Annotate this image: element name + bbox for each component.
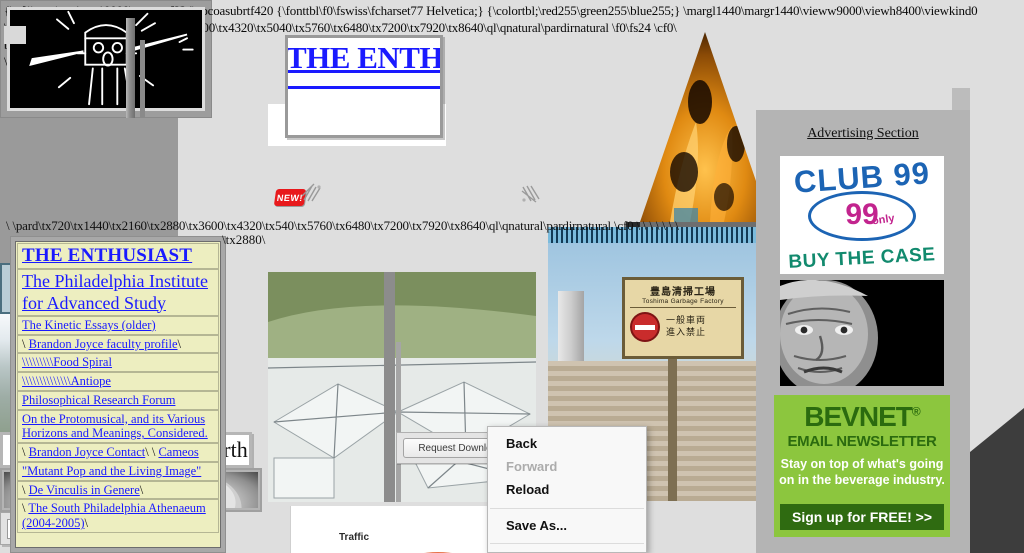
sidebar-item-enthusiast[interactable]: THE ENTHUSIAST <box>17 243 219 269</box>
sidebar-item-de-vinculis-prefix: \ <box>22 483 29 497</box>
bevnet-body-text: Stay on top of what's going on in the be… <box>774 456 950 488</box>
context-menu-item-save-as[interactable]: Save As... <box>488 515 646 538</box>
no-entry-icon <box>630 312 660 342</box>
ad-portrait-photo[interactable] <box>780 280 944 386</box>
club99-tagline: BUY THE CASE <box>780 244 944 274</box>
sidebar-nav: THE ENTHUSIAST The Philadelphia Institut… <box>15 241 221 548</box>
traffic-label: Traffic <box>339 532 369 543</box>
sidebar-item-mutant-pop[interactable]: "Mutant Pop and the Living Image" <box>17 462 219 481</box>
context-menu-separator <box>490 508 644 509</box>
rtf-mid-line-2: \tx2880\ <box>222 232 265 248</box>
enthusiast-top-banner-title: THE ENTHUSIAST <box>286 40 443 76</box>
sparkle-right-icon <box>519 183 543 205</box>
sidebar-item-de-vinculis[interactable]: \ De Vinculis in Genere\ <box>17 481 219 500</box>
context-menu-item-back[interactable]: Back <box>488 433 646 456</box>
sidebar-item-philosophical-research-forum-label[interactable]: Philosophical Research Forum <box>22 393 175 407</box>
bevnet-wordmark: BEVNET® <box>774 401 950 433</box>
sign-line-2: 進入禁止 <box>666 327 706 339</box>
sidebar-item-protomusical[interactable]: On the Protomusical, and its Various Hor… <box>17 410 219 444</box>
page-root: {\rtf1\mac\ansicpg10000\cocoartf824\coco… <box>0 0 1024 553</box>
sidebar-item-contact-label[interactable]: Brandon Joyce Contact <box>29 445 146 459</box>
bevnet-registered-mark: ® <box>912 405 920 419</box>
bevnet-wordmark-text: BEVNET <box>804 401 912 432</box>
sign-title-japanese: 豊島清掃工場 <box>625 283 741 298</box>
sidebar-item-cameos-label[interactable]: Cameos <box>158 445 198 459</box>
sign-title-romanized: Toshima Garbage Factory <box>625 298 741 305</box>
sign-post <box>668 359 677 501</box>
context-menu-item-forward: Forward <box>488 456 646 479</box>
sidebar-item-kinetic-essays[interactable]: The Kinetic Essays (older) <box>17 316 219 335</box>
enthusiast-top-banner[interactable]: THE ENTHUSIAST <box>285 35 443 138</box>
sidebar-item-philadelphia-institute[interactable]: The Philadelphia Institute for Advanced … <box>17 269 219 315</box>
advertising-section-heading: Advertising Section <box>756 126 970 142</box>
sidebar-item-de-vinculis-label[interactable]: De Vinculis in Genere <box>29 483 140 497</box>
browser-context-menu: Back Forward Reload Save As... te to Eng… <box>487 426 647 553</box>
sidebar-item-contact-prefix: \ <box>22 445 29 459</box>
new-badge-icon: NEW! <box>274 189 306 206</box>
sidebar-item-food-spiral-label[interactable]: \\\\\\\\\Food Spiral <box>22 355 112 369</box>
sidebar-item-de-vinculis-suffix: \ <box>140 483 143 497</box>
club99-price: 99 <box>780 198 944 232</box>
elderly-man-portrait-icon <box>780 280 944 386</box>
sidebar-item-athenaeum-label[interactable]: The South Philadelphia Athenaeum (2004-2… <box>22 501 206 530</box>
sign-text-lines: 一般車両 進入禁止 <box>666 315 706 339</box>
enthusiast-top-banner-rule <box>288 86 440 89</box>
sidebar-item-contact-separator: \ \ <box>145 445 158 459</box>
context-menu-item-reload[interactable]: Reload <box>488 479 646 502</box>
robot-icon <box>10 10 202 108</box>
sidebar-item-south-philadelphia-athenaeum[interactable]: \ The South Philadelphia Athenaeum (2004… <box>17 499 219 533</box>
sidebar-item-antiope-label[interactable]: \\\\\\\\\\\\\\Antiope <box>22 374 111 388</box>
sidebar-item-protomusical-label[interactable]: On the Protomusical, and its Various Hor… <box>22 412 208 441</box>
sidebar-item-antiope[interactable]: \\\\\\\\\\\\\\Antiope <box>17 372 219 391</box>
sidebar-item-kinetic-essays-label[interactable]: The Kinetic Essays (older) <box>22 318 156 332</box>
sidebar-item-faculty-profile-suffix: \ <box>178 337 181 351</box>
sign-body: 一般車両 進入禁止 <box>625 310 741 342</box>
sidebar-item-mutant-pop-label[interactable]: "Mutant Pop and the Living Image" <box>22 464 201 478</box>
context-menu-separator-2 <box>490 543 644 544</box>
sidebar-item-philadelphia-institute-label[interactable]: The Philadelphia Institute for Advanced … <box>22 271 208 312</box>
no-entry-bar <box>635 325 655 330</box>
japanese-sign-board: 豊島清掃工場 Toshima Garbage Factory 一般車両 進入禁止 <box>622 277 744 359</box>
sidebar-item-faculty-profile-label[interactable]: Brandon Joyce faculty profile <box>29 337 178 351</box>
robot-drawing-canvas <box>7 7 205 111</box>
advertising-section: Advertising Section CLUB 99 99 only BUY … <box>756 110 970 553</box>
sign-divider <box>630 307 736 308</box>
bevnet-subtitle: EMAIL NEWSLETTER <box>774 433 950 450</box>
sidebar-item-contact-cameos[interactable]: \ Brandon Joyce Contact\ \ Cameos <box>17 443 219 462</box>
rtf-mid-line: \ \pard\tx720\tx1440\tx2160\tx2880\tx360… <box>6 218 679 234</box>
sidebar-item-philosophical-research-forum[interactable]: Philosophical Research Forum <box>17 391 219 410</box>
sidebar-item-faculty-profile[interactable]: \ Brandon Joyce faculty profile\ <box>17 335 219 354</box>
ad-club99-banner[interactable]: CLUB 99 99 only BUY THE CASE <box>780 156 944 274</box>
sidebar-frame: THE ENTHUSIAST The Philadelphia Institut… <box>10 236 226 553</box>
sidebar-item-enthusiast-label[interactable]: THE ENTHUSIAST <box>22 245 192 266</box>
flame-icon <box>640 32 770 229</box>
sidebar-item-athenaeum-suffix: \ <box>85 516 88 530</box>
ad-bevnet-banner[interactable]: BEVNET® EMAIL NEWSLETTER Stay on top of … <box>774 395 950 537</box>
sign-line-1: 一般車両 <box>666 315 706 327</box>
sidebar-item-food-spiral[interactable]: \\\\\\\\\Food Spiral <box>17 353 219 372</box>
robot-drawing-frame <box>0 0 212 118</box>
bevnet-signup-button[interactable]: Sign up for FREE! >> <box>780 504 944 530</box>
sidebar-item-faculty-profile-prefix: \ <box>22 337 29 351</box>
flame-pyramid-photo <box>640 32 770 229</box>
